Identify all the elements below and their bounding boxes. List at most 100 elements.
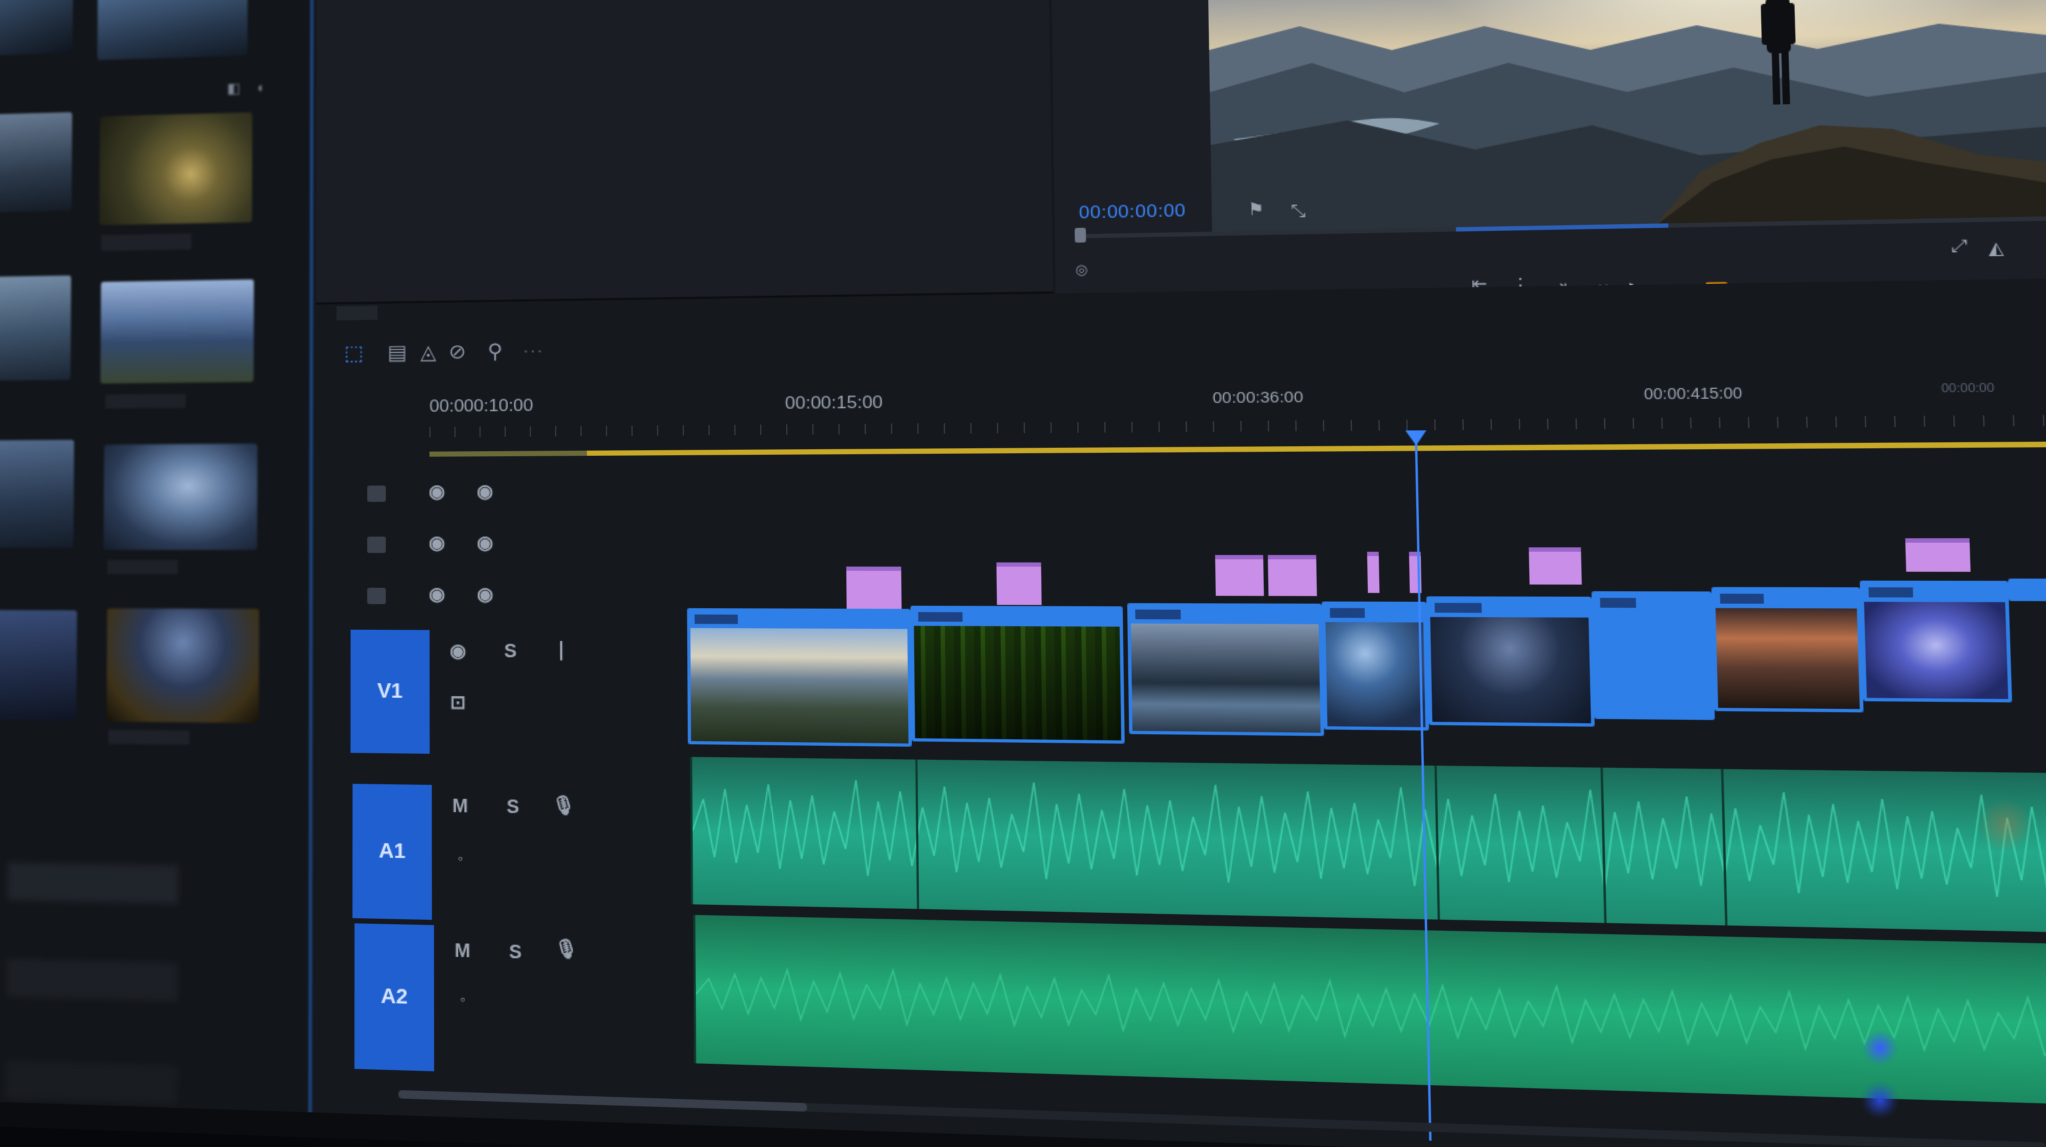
effect-clip[interactable] (996, 562, 1042, 606)
loop-icon[interactable]: ◎ (1075, 261, 1091, 277)
clip-title-bar (1135, 609, 1181, 620)
track-select-icon[interactable]: ▤ (384, 340, 411, 367)
clip-title-bar (1599, 597, 1637, 608)
program-timecode[interactable]: 00:00:00:00 (1079, 200, 1186, 223)
timeline-scrollbar[interactable] (398, 1090, 2046, 1147)
panel-icon[interactable]: ◧ (227, 80, 243, 96)
eye-icon[interactable]: ◉ (471, 584, 498, 606)
project-thumb[interactable] (0, 0, 73, 57)
video-clip[interactable] (687, 608, 912, 747)
playhead-handle[interactable] (1405, 430, 1427, 446)
track-target-v1[interactable]: V1 (350, 629, 430, 754)
project-thumb[interactable] (103, 443, 258, 550)
scrub-start-handle[interactable] (1074, 227, 1087, 243)
microphone-icon[interactable]: ◦ (449, 990, 476, 1007)
fit-icon[interactable]: ⤡ (1286, 200, 1312, 224)
video-clip[interactable] (2008, 578, 2046, 602)
selection-tool-icon[interactable]: ⬚ (341, 340, 368, 367)
eye-icon[interactable]: ◉ (423, 532, 450, 554)
video-clip[interactable] (1127, 603, 1325, 737)
video-clip[interactable] (1321, 601, 1430, 731)
razor-icon[interactable]: ⊘ (444, 339, 471, 366)
clip-thumbnail (1595, 612, 1712, 717)
video-clip[interactable] (1426, 596, 1595, 727)
clip-title-bar (918, 612, 963, 622)
effect-clip[interactable] (1215, 555, 1264, 596)
project-thumb[interactable] (0, 112, 73, 214)
zoom-level-icon[interactable]: ⤢ (1945, 235, 1973, 260)
track-header-v1b: ◉ ◉ (316, 573, 567, 625)
project-thumb[interactable] (0, 275, 72, 381)
sync-lock-icon[interactable]: ⊡ (444, 692, 471, 714)
timeline-scrollbar-thumb[interactable] (398, 1090, 808, 1112)
waveform-path (692, 778, 2046, 898)
track-header-v3: ◉ ◉ (316, 470, 566, 522)
solo-button[interactable]: S (502, 941, 530, 964)
zoom-icon[interactable]: ⚲ (481, 338, 508, 365)
waveform-a2 (695, 915, 2046, 1104)
ruler-timecode: 00:00:00 (1941, 381, 1995, 396)
add-marker-icon[interactable]: ⚑ (1243, 199, 1268, 223)
timeline-tab[interactable] (336, 305, 378, 321)
track-header-v2: ◉ ◉ (316, 522, 567, 574)
track-header-a2: A2 M S 🎙 ◦ (315, 922, 579, 1075)
ambient-light (1860, 1080, 1900, 1120)
project-list-item[interactable] (7, 861, 179, 905)
clip-thumbnail (1864, 601, 2009, 699)
project-thumb[interactable] (0, 439, 75, 549)
eye-icon[interactable]: ◉ (423, 481, 450, 503)
video-clip[interactable] (1711, 587, 1864, 713)
ambient-light (1862, 1030, 1898, 1066)
ambient-light (1975, 800, 2035, 850)
snap-icon[interactable]: ⋯ (519, 338, 546, 365)
thumb-label (107, 560, 178, 575)
effect-clip[interactable] (1267, 555, 1317, 597)
video-clip[interactable] (1591, 591, 1715, 721)
video-clip[interactable] (1859, 580, 2013, 703)
project-thumb[interactable] (106, 608, 260, 724)
eye-icon[interactable]: ◉ (471, 532, 498, 554)
screen: ◧ ◐ 00:00:00:00 ⚑ ⤡ ◎ ⇤ ⤢ ◭ ⬚ ▤ ◬ ⊘ ⚲ ⋯ … (0, 0, 2046, 1147)
effect-clip[interactable] (846, 566, 902, 609)
track-target-a1[interactable]: A1 (352, 783, 432, 920)
work-area-start (429, 450, 587, 457)
ruler-timecode: 00:00:36:00 (1212, 388, 1304, 408)
clip-title-bar (1329, 608, 1365, 618)
mute-button[interactable]: M (449, 940, 476, 963)
project-thumb[interactable] (100, 279, 254, 384)
project-thumb[interactable] (97, 0, 248, 61)
track-icon (367, 485, 386, 502)
microphone-icon[interactable]: 🎙 (550, 795, 578, 817)
solo-button[interactable]: S (499, 796, 527, 818)
eye-icon[interactable]: ◉ (444, 640, 471, 662)
ripple-edit-icon[interactable]: ◬ (415, 339, 442, 366)
eye-icon[interactable]: ◉ (471, 481, 498, 503)
microphone-icon[interactable]: ◦ (447, 849, 474, 867)
project-thumb[interactable] (99, 112, 253, 226)
audio-clip-a1[interactable] (690, 756, 2046, 933)
solo-button[interactable]: S (497, 641, 524, 663)
voice-over-icon[interactable]: ❘ (547, 639, 575, 661)
effect-clip[interactable] (1367, 551, 1380, 593)
audio-clip-a2[interactable] (693, 914, 2046, 1105)
effect-clip[interactable] (1905, 538, 1971, 572)
effect-clip[interactable] (1528, 547, 1582, 585)
clip-title-bar (694, 614, 738, 625)
project-thumb[interactable] (0, 609, 78, 722)
quality-icon[interactable]: ◭ (1982, 237, 2010, 262)
video-clip[interactable] (910, 605, 1125, 744)
panel-icon[interactable]: ◐ (257, 79, 273, 95)
eye-icon[interactable]: ◉ (423, 584, 450, 606)
thumb-label (101, 233, 192, 252)
editor-window: ◧ ◐ 00:00:00:00 ⚑ ⤡ ◎ ⇤ ⤢ ◭ ⬚ ▤ ◬ ⊘ ⚲ ⋯ … (0, 0, 2046, 1147)
clip-thumbnail (1430, 617, 1592, 724)
program-preview (1207, 0, 2046, 235)
ruler-timecode: 00:000:10:00 (429, 395, 534, 416)
project-list-item[interactable] (6, 958, 179, 1002)
clip-thumbnail (1715, 608, 1860, 710)
mute-button[interactable]: M (446, 795, 473, 817)
microphone-icon[interactable]: 🎙 (553, 938, 581, 961)
track-target-a2[interactable]: A2 (354, 923, 435, 1072)
waveform-path (696, 966, 2046, 1056)
project-list-item[interactable] (5, 1060, 178, 1105)
